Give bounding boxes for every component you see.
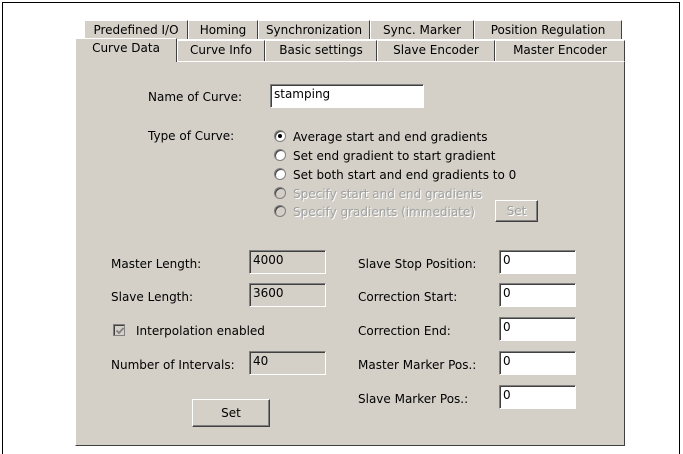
check-mark-icon [115,327,125,335]
radio-end-equals-start-label: Set end gradient to start gradient [293,149,496,163]
tab-predefined-io[interactable]: Predefined I/O [84,20,188,39]
tab-curve-info[interactable]: Curve Info [177,40,265,61]
radio-end-equals-start[interactable] [274,149,286,161]
master-length-field: 4000 [249,250,326,274]
radio-gradients-zero-label: Set both start and end gradients to 0 [293,168,517,182]
type-of-curve-label: Type of Curve: [148,129,235,143]
master-length-label: Master Length: [111,257,202,271]
master-marker-label: Master Marker Pos.: [358,358,477,372]
radio-specify-gradients [274,187,286,199]
name-of-curve-label: Name of Curve: [148,90,243,104]
correction-end-label: Correction End: [358,324,451,338]
radio-gradients-zero[interactable] [274,168,286,180]
tab-basic-settings[interactable]: Basic settings [265,40,377,61]
slave-marker-label: Slave Marker Pos.: [358,392,469,406]
radio-selected-dot [278,134,282,138]
radio-average-gradients-label: Average start and end gradients [293,130,488,144]
radio-specify-immediate-label: Specify gradients (immediate) [293,205,475,219]
slave-length-label: Slave Length: [111,290,194,304]
tab-curve-data[interactable]: Curve Data [75,38,177,62]
slave-stop-input[interactable]: 0 [499,250,576,274]
correction-start-input[interactable]: 0 [499,283,576,307]
tab-master-encoder[interactable]: Master Encoder [495,40,625,61]
slave-marker-input[interactable]: 0 [499,385,576,409]
radio-specify-gradients-label: Specify start and end gradients [293,187,482,201]
set-button[interactable]: Set [192,399,270,427]
curve-name-input[interactable]: stamping [270,84,424,108]
interpolation-checkbox [113,324,125,336]
intervals-label: Number of Intervals: [111,358,235,372]
tab-position-regulation[interactable]: Position Regulation [474,20,622,39]
interpolation-label: Interpolation enabled [136,324,265,338]
master-marker-input[interactable]: 0 [499,351,576,375]
correction-start-label: Correction Start: [358,290,458,304]
tab-synchronization[interactable]: Synchronization [258,20,370,39]
correction-end-input[interactable]: 0 [499,317,576,341]
slave-stop-label: Slave Stop Position: [358,257,477,271]
intervals-field: 40 [249,351,326,375]
gradient-set-button: Set [495,200,538,222]
tab-sync-marker[interactable]: Sync. Marker [370,20,474,39]
tab-homing[interactable]: Homing [188,20,258,39]
slave-length-field: 3600 [249,283,326,307]
radio-specify-immediate [274,205,286,217]
radio-average-gradients[interactable] [274,130,286,142]
tab-slave-encoder[interactable]: Slave Encoder [377,40,495,61]
